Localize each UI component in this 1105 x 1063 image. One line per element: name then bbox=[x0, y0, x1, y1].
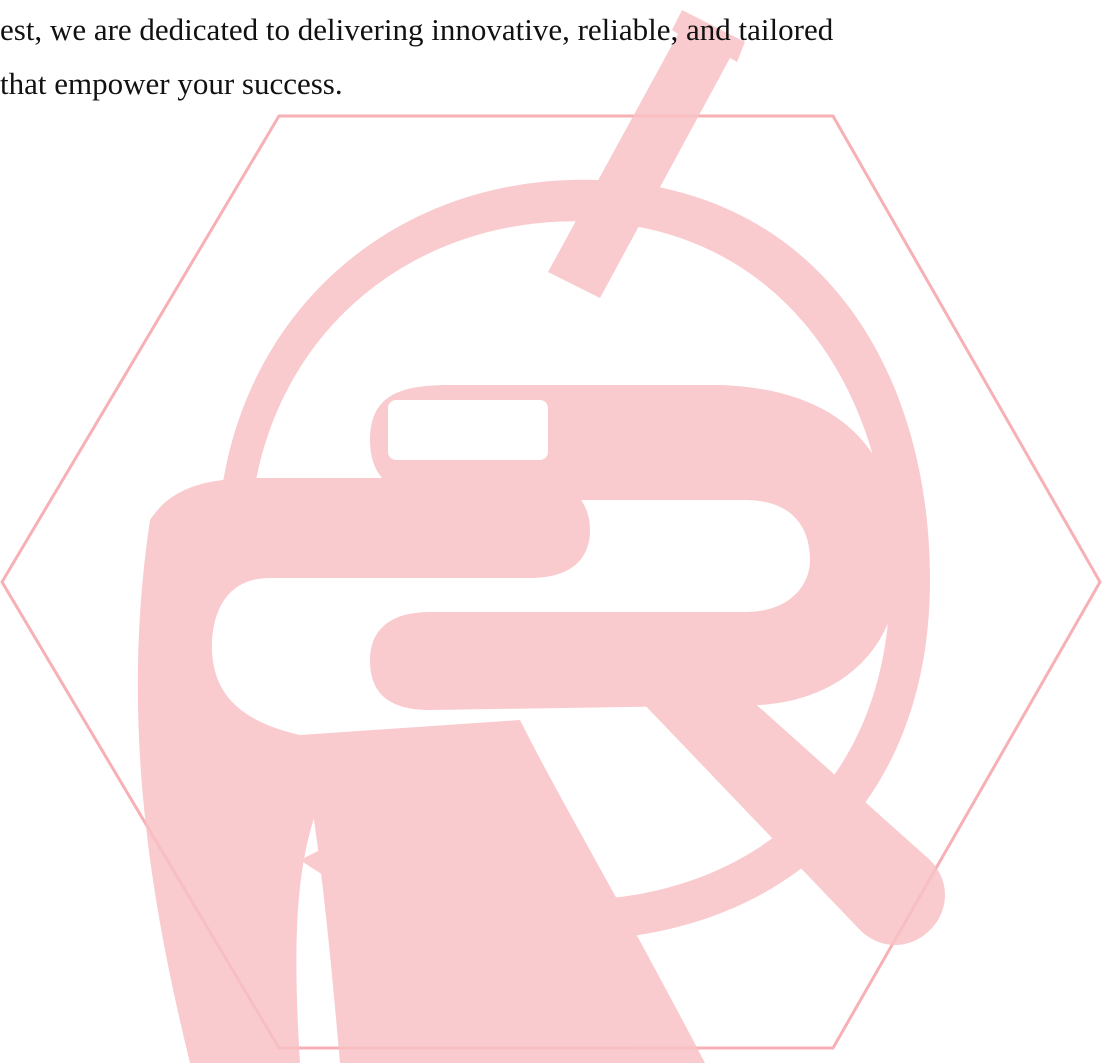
paragraph-text: est, we are dedicated to delivering inno… bbox=[0, 0, 1105, 1063]
paragraph-line-1: est, we are dedicated to delivering inno… bbox=[0, 12, 834, 47]
paragraph-line-2: that empower your success. bbox=[0, 66, 343, 101]
